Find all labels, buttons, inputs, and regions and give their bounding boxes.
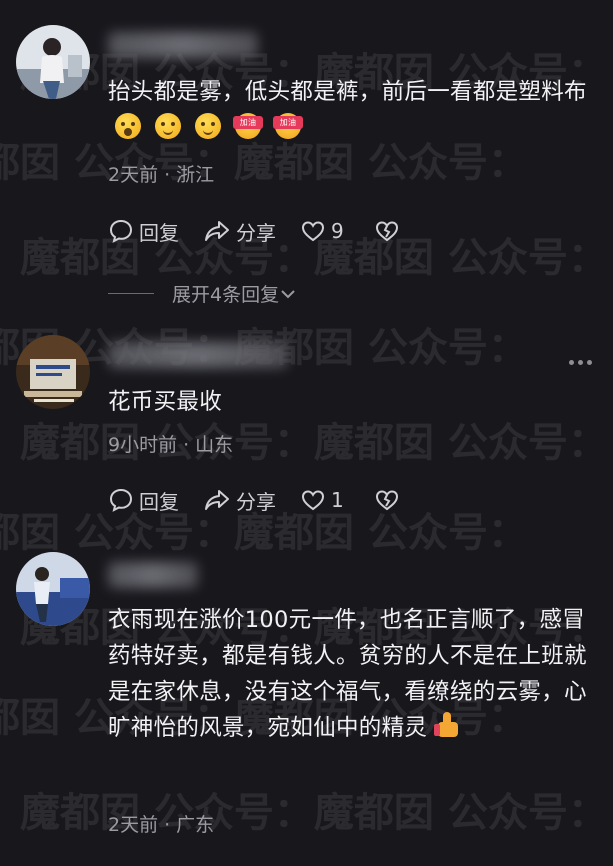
like-button[interactable]: 1 [300,488,344,512]
divider-line [108,292,154,295]
chat-bubble-icon [109,488,133,512]
dot-icon [568,359,574,365]
comment-text: 花币买最收 [108,389,223,415]
comment-location: 浙江 [176,164,215,186]
broken-heart-icon [375,490,398,511]
username-blurred[interactable] [108,562,198,588]
meta-separator: · [164,814,171,836]
smirk-emoji [195,113,221,139]
dot-icon [586,359,592,365]
comment-text-content: 抬头都是雾，低头都是裤，前后一看都是塑料布 [108,79,587,105]
comment-meta: 2天前 · 浙江 [108,160,214,187]
share-arrow-icon [205,221,229,241]
dislike-button[interactable] [374,488,405,512]
like-count: 1 [331,488,344,512]
comment-time: 2天前 [108,814,159,836]
share-button[interactable]: 分享 [203,486,276,515]
comment-item: 衣雨现在涨价100元一件，也名正言顺了，感冒药特好卖，都是有钱人。贫穷的人不是在… [0,540,613,866]
comment-item: 抬头都是雾，低头都是裤，前后一看都是塑料布加油 加油 2天前 · 浙江 回复 分享 9… [0,0,613,310]
comment-location: 广东 [176,814,215,836]
comment-meta: 2天前 · 广东 [108,810,214,837]
broken-heart-icon [375,221,398,242]
username-blurred[interactable] [108,342,288,368]
reply-label: 回复 [139,220,179,245]
meta-separator: · [183,434,190,456]
dot-icon [577,359,583,365]
cheer-emoji: 加油 [273,113,303,139]
comment-location: 山东 [195,434,234,456]
chevron-down-icon [281,289,295,298]
comment-time: 2天前 [108,164,159,186]
share-arrow-icon [205,490,229,510]
avatar[interactable] [16,335,90,409]
chat-bubble-icon [109,219,133,243]
comment-time: 9小时前 [108,434,178,456]
comment-text: 衣雨现在涨价100元一件，也名正言顺了，感冒药特好卖，都是有钱人。贫穷的人不是在… [108,602,588,746]
face-with-sweat-emoji [115,113,141,139]
comment-meta: 9小时前 · 山东 [108,430,233,457]
smirk-emoji [155,113,181,139]
comment-actions: 回复 分享 1 [108,485,429,515]
like-button[interactable]: 9 [300,219,344,243]
avatar[interactable] [16,25,90,99]
avatar[interactable] [16,552,90,626]
heart-icon [301,490,325,511]
comment-text-content: 衣雨现在涨价100元一件，也名正言顺了，感冒药特好卖，都是有钱人。贫穷的人不是在… [108,607,587,741]
like-count: 9 [331,219,344,243]
comment-actions: 回复 分享 9 [108,216,429,246]
username-blurred[interactable] [108,32,258,58]
dislike-button[interactable] [374,219,405,243]
share-label: 分享 [236,489,276,514]
meta-separator: · [164,164,171,186]
reply-label: 回复 [139,489,179,514]
reply-button[interactable]: 回复 [108,217,179,246]
share-button[interactable]: 分享 [203,217,276,246]
comment-text: 抬头都是雾，低头都是裤，前后一看都是塑料布加油 加油 [108,74,588,146]
heart-icon [301,221,325,242]
comment-item: 花币买最收 9小时前 · 山东 回复 分享 1 [0,310,613,540]
expand-replies-button[interactable]: 展开4条回复 [108,280,297,307]
cheer-emoji: 加油 [233,113,263,139]
more-options-button[interactable] [565,354,595,370]
share-label: 分享 [236,220,276,245]
thumbs-up-emoji [434,711,462,739]
expand-label: 展开4条回复 [172,284,280,306]
reply-button[interactable]: 回复 [108,486,179,515]
